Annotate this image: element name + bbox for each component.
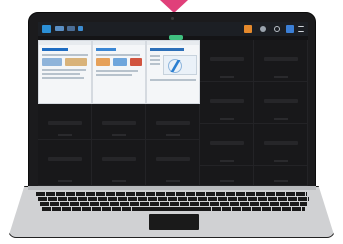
app-logo-icon[interactable] bbox=[42, 25, 51, 33]
grid-tile[interactable] bbox=[254, 124, 308, 166]
grid-tile[interactable] bbox=[254, 166, 308, 186]
menu-icon[interactable] bbox=[298, 26, 304, 32]
content-image bbox=[42, 58, 62, 66]
keyboard-row bbox=[36, 192, 307, 196]
grid-tile[interactable] bbox=[200, 40, 254, 82]
grid-tile[interactable] bbox=[200, 124, 254, 166]
site-header-bar bbox=[42, 48, 68, 51]
window-caption bbox=[109, 93, 131, 98]
tile-placeholder bbox=[48, 121, 82, 125]
toolbar-tab-1[interactable] bbox=[55, 26, 64, 31]
tile-caption bbox=[220, 160, 234, 162]
keyboard-row bbox=[38, 197, 309, 201]
site-header-bar bbox=[150, 48, 184, 51]
trackpad bbox=[149, 214, 199, 230]
keyboard bbox=[36, 192, 309, 214]
tile-placeholder bbox=[264, 57, 298, 61]
tile-caption bbox=[112, 180, 126, 182]
user-icon[interactable] bbox=[260, 26, 266, 32]
content-line bbox=[42, 69, 86, 71]
grid-tile[interactable] bbox=[92, 140, 146, 186]
tile-placeholder bbox=[48, 157, 82, 161]
window-titlebar bbox=[39, 41, 91, 45]
site-header-bar bbox=[96, 48, 116, 51]
content-line bbox=[96, 54, 140, 56]
content-line bbox=[96, 70, 138, 72]
webcam-icon bbox=[171, 17, 174, 20]
tile-caption bbox=[166, 180, 180, 182]
browser-window-preview[interactable] bbox=[92, 40, 146, 104]
tile-placeholder bbox=[156, 157, 190, 161]
tile-placeholder bbox=[264, 141, 298, 145]
content-image bbox=[65, 58, 87, 66]
grid-tile[interactable] bbox=[146, 104, 200, 140]
content-line bbox=[150, 79, 196, 81]
sidebar-line bbox=[150, 63, 160, 65]
grid-tile[interactable] bbox=[146, 140, 200, 186]
tile-caption bbox=[166, 134, 180, 136]
video-wall-grid bbox=[38, 40, 308, 186]
tile-caption bbox=[58, 180, 72, 182]
window-titlebar bbox=[93, 41, 145, 45]
tile-caption bbox=[274, 76, 288, 78]
tile-caption bbox=[220, 118, 234, 120]
tile-caption bbox=[274, 118, 288, 120]
tile-caption bbox=[112, 134, 126, 136]
avatar-icon[interactable] bbox=[286, 25, 294, 33]
top-toolbar bbox=[38, 22, 308, 36]
tile-caption bbox=[274, 160, 288, 162]
grid-tile[interactable] bbox=[92, 104, 146, 140]
tile-caption bbox=[220, 180, 234, 182]
window-caption bbox=[55, 93, 77, 98]
content-line bbox=[96, 74, 132, 76]
toolbar-tab-2[interactable] bbox=[67, 26, 75, 31]
map-view[interactable] bbox=[163, 55, 197, 75]
sidebar-line bbox=[150, 59, 160, 61]
content-image bbox=[130, 58, 142, 66]
grid-tile[interactable] bbox=[254, 40, 308, 82]
content-line bbox=[42, 77, 84, 79]
toolbar-tab-3[interactable] bbox=[78, 26, 83, 31]
grid-tile[interactable] bbox=[200, 166, 254, 186]
tile-caption bbox=[274, 180, 288, 182]
content-image bbox=[113, 58, 127, 66]
grid-tile[interactable] bbox=[200, 82, 254, 124]
tile-placeholder bbox=[210, 141, 244, 145]
tile-placeholder bbox=[210, 99, 244, 103]
gear-icon[interactable] bbox=[274, 26, 280, 32]
tile-placeholder bbox=[102, 157, 136, 161]
content-line bbox=[42, 54, 88, 56]
tile-caption bbox=[58, 134, 72, 136]
grid-tile[interactable] bbox=[254, 82, 308, 124]
tile-placeholder bbox=[156, 121, 190, 125]
spacebar bbox=[132, 207, 210, 211]
tile-placeholder bbox=[210, 57, 244, 61]
tile-caption bbox=[220, 76, 234, 78]
tile-placeholder bbox=[264, 99, 298, 103]
map-window-preview[interactable] bbox=[146, 40, 200, 104]
window-caption bbox=[163, 93, 185, 98]
notification-icon[interactable] bbox=[244, 25, 252, 33]
laptop-screen bbox=[38, 22, 308, 186]
content-line bbox=[42, 73, 80, 75]
tile-placeholder bbox=[102, 121, 136, 125]
grid-tile[interactable] bbox=[38, 104, 92, 140]
window-titlebar bbox=[147, 41, 199, 45]
laptop-lid bbox=[28, 12, 316, 188]
browser-window-preview[interactable] bbox=[38, 40, 92, 104]
keyboard-row bbox=[40, 202, 307, 206]
sidebar-line bbox=[150, 55, 160, 57]
content-image bbox=[96, 58, 110, 66]
laptop-illustration bbox=[0, 0, 343, 244]
laptop-hinge bbox=[28, 186, 316, 190]
grid-tile[interactable] bbox=[38, 140, 92, 186]
